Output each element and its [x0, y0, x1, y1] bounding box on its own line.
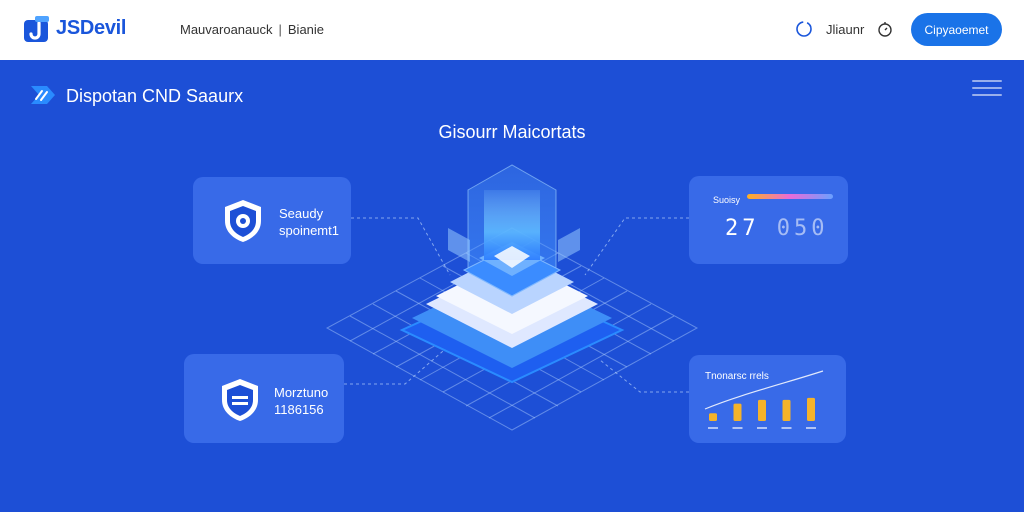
- section-title: Gisourr Maicortats: [438, 122, 586, 142]
- counter-value: 27 050: [725, 216, 829, 241]
- monitor-card[interactable]: Morztuno 1186156: [184, 354, 344, 443]
- shield-badge-icon: [222, 379, 258, 421]
- product-logo-icon: [31, 86, 55, 104]
- chart-bar: [709, 413, 717, 421]
- chart-bar: [758, 399, 766, 421]
- counter-progress-bar: [747, 194, 833, 199]
- counter-label: Suoisy: [713, 195, 741, 205]
- security-card-title: Seaudy: [279, 206, 324, 221]
- chart-bar: [782, 399, 791, 421]
- security-card[interactable]: Seaudy spoinemt1: [193, 177, 351, 264]
- product-title: Dispotan CND Saaurx: [66, 86, 244, 106]
- shield-icon: [225, 200, 261, 242]
- platform-diagram: [325, 164, 699, 431]
- chart-tick: [757, 427, 767, 429]
- counter-value-bright: 27: [725, 216, 760, 241]
- mini-bar-chart: [704, 370, 824, 429]
- chart-tick: [708, 427, 718, 429]
- counter-card[interactable]: Suoisy 27 050: [689, 176, 848, 264]
- monitor-card-subtitle: 1186156: [274, 402, 324, 417]
- chart-tick: [806, 427, 816, 429]
- menu-icon[interactable]: [972, 80, 1002, 102]
- security-card-subtitle: spoinemt1: [279, 223, 339, 238]
- monitor-card-title: Morztuno: [274, 385, 329, 400]
- chart-card[interactable]: Tnonarsc rrels: [689, 355, 846, 443]
- chart-tick: [781, 427, 792, 429]
- counter-value-dim: 050: [776, 216, 829, 241]
- chart-bar: [733, 403, 742, 421]
- chart-bar: [807, 397, 815, 421]
- chart-tick: [732, 427, 743, 429]
